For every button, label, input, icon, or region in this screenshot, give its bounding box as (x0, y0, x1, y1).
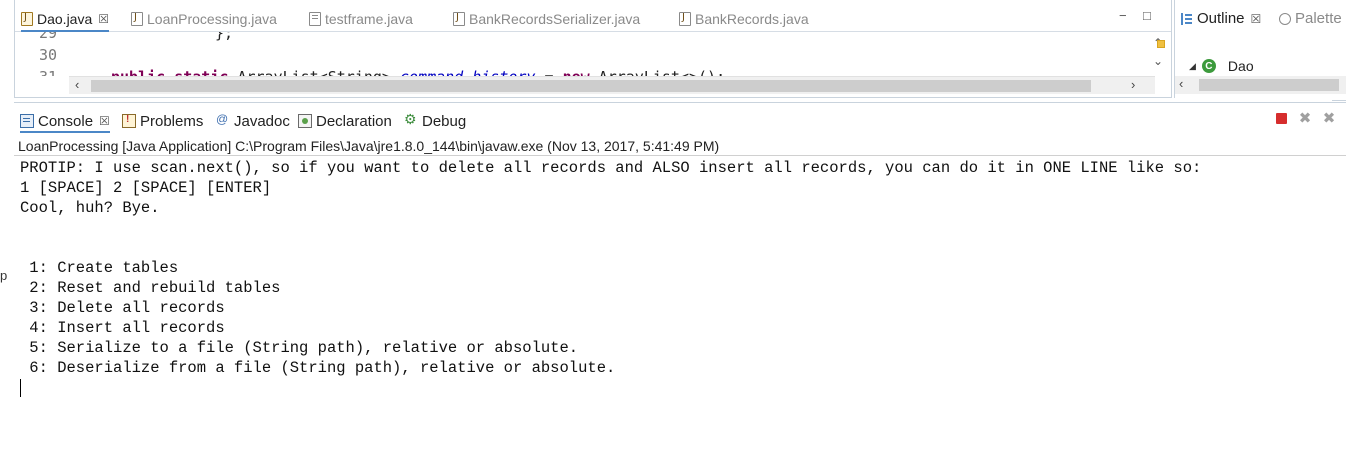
java-frame-file-icon (309, 12, 321, 26)
tab-label: Javadoc (234, 112, 290, 130)
outline-tree-root[interactable]: ◢ C Dao (1189, 58, 1254, 74)
tab-label: LoanProcessing.java (147, 11, 277, 27)
remove-all-terminated-button[interactable]: ✖ (1320, 109, 1338, 127)
outline-icon (1181, 12, 1193, 25)
code-line-29: }; (215, 32, 234, 42)
tab-palette[interactable]: Palette (1279, 10, 1342, 27)
terminate-button[interactable] (1272, 109, 1290, 127)
scrollbar-thumb[interactable] (91, 80, 1091, 92)
tab-bankrecords-java[interactable]: BankRecords.java (679, 6, 809, 32)
tab-label: Debug (422, 112, 467, 130)
type-name: ArrayList<String> (237, 68, 391, 76)
tab-dao-java[interactable]: Dao.java ☒ (21, 6, 110, 32)
console-pane: Console ☒ Problems Javadoc Declaration D… (14, 102, 1346, 456)
remove-icon: ✖ (1298, 110, 1312, 127)
console-line: 1 [SPACE] 2 [SPACE] [ENTER] (20, 179, 272, 197)
line-number-gutter: 29 30 31 (15, 32, 69, 76)
tab-label: Declaration (316, 112, 392, 130)
outline-horizontal-scrollbar[interactable]: ‹ (1175, 76, 1346, 94)
console-output[interactable]: PROTIP: I use scan.next(), so if you wan… (20, 158, 1201, 378)
editor-tabbar: Dao.java ☒ LoanProcessing.java testframe… (15, 0, 1171, 32)
tab-loanprocessing-java[interactable]: LoanProcessing.java (131, 6, 277, 32)
console-line: 5: Serialize to a file (String path), re… (20, 339, 579, 357)
line-number: 29 (38, 32, 57, 42)
tab-label: Palette (1295, 10, 1342, 27)
problems-icon (122, 114, 136, 128)
tree-item-label: Dao (1227, 58, 1254, 74)
tab-label: testframe.java (325, 11, 413, 27)
tab-label: Outline (1197, 10, 1245, 27)
outline-pane: Outline ☒ Palette ◢ C Dao ‹ (1174, 0, 1346, 98)
console-line: 2: Reset and rebuild tables (20, 279, 281, 297)
active-tab-indicator (20, 131, 110, 133)
class-icon: C (1201, 59, 1216, 73)
code-line-31: public static ArrayList<String> command_… (111, 68, 725, 76)
tab-debug[interactable]: Debug (404, 109, 466, 133)
tab-label: Problems (140, 112, 204, 130)
scroll-down-arrow-icon[interactable]: ⌄ (1153, 54, 1163, 68)
tab-problems[interactable]: Problems (122, 109, 203, 133)
minimize-icon[interactable]: − (1119, 8, 1127, 23)
tab-label: Dao.java (37, 11, 93, 27)
editor-horizontal-scrollbar[interactable]: ‹ › (69, 76, 1155, 94)
java-file-icon (453, 12, 465, 26)
java-file-icon (21, 12, 33, 26)
tab-label: BankRecordsSerializer.java (469, 11, 641, 27)
tab-javadoc[interactable]: Javadoc (216, 109, 290, 133)
tab-bankrecordsserializer-java[interactable]: BankRecordsSerializer.java (453, 6, 640, 32)
tab-label: Console (38, 112, 94, 130)
line-number: 31 (39, 68, 57, 76)
declaration-icon (298, 114, 312, 128)
code-rest: ArrayList<>(); (590, 68, 725, 76)
divider (1332, 100, 1346, 101)
stop-icon (1275, 112, 1287, 124)
close-tab-icon[interactable]: ☒ (1251, 12, 1262, 26)
scroll-left-arrow-icon[interactable]: ‹ (1179, 76, 1183, 91)
field-name: command_history (400, 68, 535, 76)
outline-tabbar: Outline ☒ Palette (1175, 0, 1346, 40)
assign-op: = (535, 68, 562, 76)
expand-arrow-icon[interactable]: ◢ (1189, 61, 1196, 72)
scrollbar-thumb[interactable] (1199, 79, 1339, 91)
keyword: static (174, 68, 228, 76)
console-tabbar: Console ☒ Problems Javadoc Declaration D… (14, 103, 1346, 133)
console-line: 1: Create tables (20, 259, 179, 277)
java-file-icon (679, 12, 691, 26)
console-line: 6: Deserialize from a file (String path)… (20, 359, 616, 377)
console-line: 3: Delete all records (20, 299, 225, 317)
scroll-left-arrow-icon[interactable]: ‹ (75, 77, 79, 92)
tab-outline[interactable]: Outline ☒ (1181, 10, 1261, 27)
debug-icon (404, 111, 418, 128)
divider (14, 155, 1346, 156)
clipped-side-text: p (0, 268, 8, 283)
code-editor[interactable]: 29 30 31 }; public static ArrayList<Stri… (15, 32, 1145, 76)
console-line: 4: Insert all records (20, 319, 225, 337)
keyword: public (111, 68, 165, 76)
console-line: PROTIP: I use scan.next(), so if you wan… (20, 159, 1202, 177)
close-tab-icon[interactable]: ☒ (98, 12, 109, 26)
console-icon (20, 114, 34, 128)
scroll-right-arrow-icon[interactable]: › (1131, 77, 1135, 92)
tab-console[interactable]: Console ☒ (20, 109, 110, 133)
palette-icon (1279, 12, 1291, 25)
warning-marker-icon[interactable] (1157, 40, 1165, 48)
console-toolbar: ✖ ✖ (1266, 109, 1338, 127)
java-file-icon (131, 12, 143, 26)
console-line: Cool, huh? Bye. (20, 199, 160, 217)
tab-label: BankRecords.java (695, 11, 809, 27)
tab-testframe-java[interactable]: testframe.java (309, 6, 413, 32)
text-cursor (20, 379, 21, 397)
keyword: new (563, 68, 590, 76)
remove-all-icon: ✖ (1322, 110, 1336, 127)
remove-launch-button[interactable]: ✖ (1296, 109, 1314, 127)
launch-description: LoanProcessing [Java Application] C:\Pro… (18, 138, 720, 154)
tab-declaration[interactable]: Declaration (298, 109, 392, 133)
javadoc-icon (216, 112, 230, 128)
line-number: 30 (38, 46, 57, 64)
editor-pane: Dao.java ☒ LoanProcessing.java testframe… (14, 0, 1172, 98)
close-tab-icon[interactable]: ☒ (99, 114, 110, 128)
maximize-icon[interactable]: □ (1143, 8, 1151, 23)
